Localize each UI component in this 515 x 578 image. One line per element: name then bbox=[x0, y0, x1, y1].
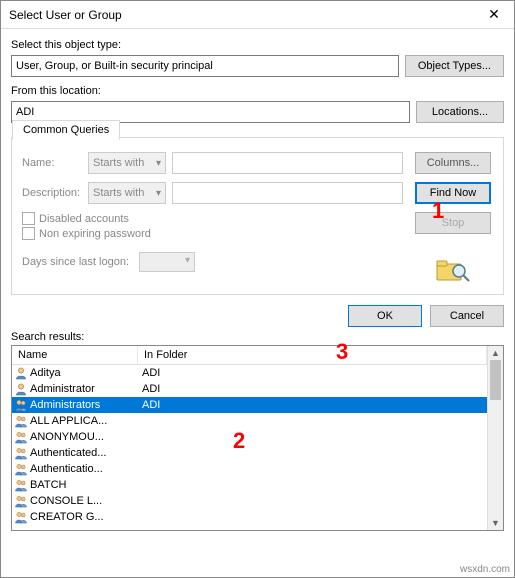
close-icon: ✕ bbox=[488, 6, 500, 23]
results-list[interactable]: Name In Folder Aditya ADI Administrator ADI… bbox=[12, 346, 487, 530]
table-row[interactable]: BATCH bbox=[12, 477, 487, 493]
search-folder-icon bbox=[436, 258, 470, 284]
non-expiring-label: Non expiring password bbox=[39, 228, 151, 240]
find-now-button[interactable]: Find Now bbox=[415, 182, 491, 204]
titlebar: Select User or Group ✕ bbox=[1, 1, 514, 29]
group-icon bbox=[14, 510, 28, 524]
table-row[interactable]: ANONYMOU... bbox=[12, 429, 487, 445]
dialog-content: Select this object type: Object Types...… bbox=[1, 29, 514, 531]
table-row[interactable]: Administrators ADI bbox=[12, 397, 487, 413]
table-row[interactable]: ALL APPLICA... bbox=[12, 413, 487, 429]
row-name: CONSOLE L... bbox=[30, 495, 102, 507]
disabled-accounts-label: Disabled accounts bbox=[39, 213, 129, 225]
table-row[interactable]: Authenticatio... bbox=[12, 461, 487, 477]
scroll-up-icon[interactable]: ▲ bbox=[488, 346, 503, 360]
table-row[interactable]: Authenticated... bbox=[12, 445, 487, 461]
days-since-logon-select bbox=[139, 252, 195, 272]
locations-button[interactable]: Locations... bbox=[416, 101, 504, 123]
results-header: Name In Folder bbox=[12, 346, 487, 365]
user-icon bbox=[14, 382, 28, 396]
row-name: BATCH bbox=[30, 479, 66, 491]
row-name: CREATOR G... bbox=[30, 511, 104, 523]
group-icon bbox=[14, 446, 28, 460]
row-name: Administrator bbox=[30, 383, 95, 395]
group-icon bbox=[14, 430, 28, 444]
disabled-accounts-checkbox bbox=[22, 212, 35, 225]
row-name: ANONYMOU... bbox=[30, 431, 104, 443]
from-location-label: From this location: bbox=[11, 85, 504, 97]
row-name: Authenticated... bbox=[30, 447, 106, 459]
watermark: wsxdn.com bbox=[460, 564, 510, 575]
table-row[interactable]: Administrator ADI bbox=[12, 381, 487, 397]
row-folder: ADI bbox=[138, 399, 485, 411]
object-type-field[interactable] bbox=[11, 55, 399, 77]
group-icon bbox=[14, 478, 28, 492]
name-input bbox=[172, 152, 403, 174]
window-title: Select User or Group bbox=[9, 8, 122, 22]
description-match-select: Starts with bbox=[88, 182, 166, 204]
table-row[interactable]: CREATOR G... bbox=[12, 509, 487, 525]
name-match-select: Starts with bbox=[88, 152, 166, 174]
ok-button[interactable]: OK bbox=[348, 305, 422, 327]
non-expiring-checkbox bbox=[22, 227, 35, 240]
row-folder: ADI bbox=[138, 383, 485, 395]
table-row[interactable]: Aditya ADI bbox=[12, 365, 487, 381]
close-button[interactable]: ✕ bbox=[474, 1, 514, 29]
scroll-thumb[interactable] bbox=[490, 360, 501, 400]
group-icon bbox=[14, 494, 28, 508]
object-types-button[interactable]: Object Types... bbox=[405, 55, 504, 77]
search-results-label: Search results: bbox=[11, 331, 504, 343]
cancel-button[interactable]: Cancel bbox=[430, 305, 504, 327]
column-header-folder[interactable]: In Folder bbox=[138, 346, 487, 364]
group-icon bbox=[14, 414, 28, 428]
description-label: Description: bbox=[22, 187, 82, 199]
object-type-label: Select this object type: bbox=[11, 39, 504, 51]
description-input bbox=[172, 182, 403, 204]
scroll-down-icon[interactable]: ▼ bbox=[488, 516, 503, 530]
columns-button[interactable]: Columns... bbox=[415, 152, 491, 174]
days-since-logon-label: Days since last logon: bbox=[22, 256, 129, 268]
row-name: Administrators bbox=[30, 399, 100, 411]
name-label: Name: bbox=[22, 157, 82, 169]
row-name: Authenticatio... bbox=[30, 463, 103, 475]
row-name: Aditya bbox=[30, 367, 61, 379]
row-name: ALL APPLICA... bbox=[30, 415, 107, 427]
stop-button: Stop bbox=[415, 212, 491, 234]
group-icon bbox=[14, 398, 28, 412]
common-queries-frame: Common Queries Name: Starts with Descrip… bbox=[11, 137, 504, 295]
results-scrollbar[interactable]: ▲ ▼ bbox=[487, 346, 503, 530]
group-icon bbox=[14, 462, 28, 476]
row-folder: ADI bbox=[138, 367, 485, 379]
dialog-window: Select User or Group ✕ Select this objec… bbox=[0, 0, 515, 578]
table-row[interactable]: CONSOLE L... bbox=[12, 493, 487, 509]
user-icon bbox=[14, 366, 28, 380]
results-container: Name In Folder Aditya ADI Administrator ADI… bbox=[11, 345, 504, 531]
tab-common-queries[interactable]: Common Queries bbox=[12, 120, 120, 140]
column-header-name[interactable]: Name bbox=[12, 346, 138, 364]
